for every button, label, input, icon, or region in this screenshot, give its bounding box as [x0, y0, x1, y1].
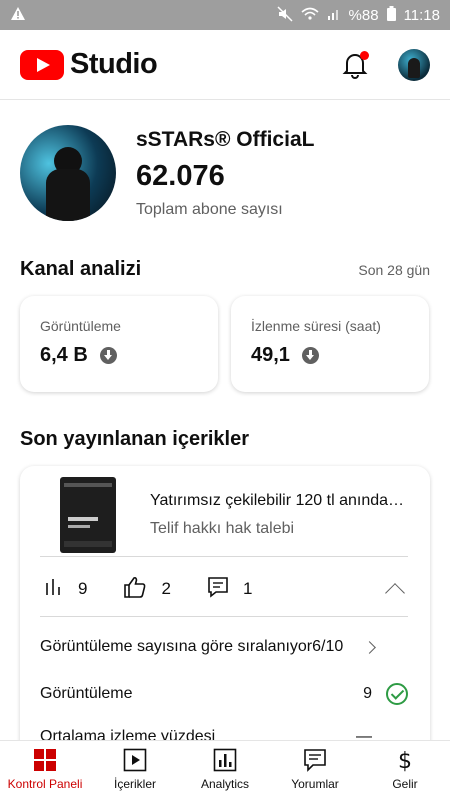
battery-icon: [386, 6, 396, 24]
channel-avatar[interactable]: [20, 125, 116, 221]
nav-label: Kontrol Paneli: [7, 777, 83, 791]
notification-dot: [360, 50, 369, 60]
recent-content-header: Son yayınlanan içerikler: [20, 428, 430, 451]
earn-icon: $: [393, 748, 417, 774]
mute-icon: [277, 5, 293, 25]
comments-stat: 1: [207, 576, 252, 603]
subscriber-label: Toplam abone sayısı: [136, 200, 283, 218]
views-row: Görüntüleme 9: [40, 683, 408, 705]
likes-count: 2: [161, 579, 171, 598]
channel-summary: sSTARs® OfficiaL 62.076 Toplam abone say…: [20, 125, 314, 221]
nav-earn[interactable]: $ Gelir: [360, 741, 450, 800]
account-avatar[interactable]: [398, 48, 430, 81]
metric-value: 6,4 B: [40, 344, 88, 366]
video-item[interactable]: Yatırımsız çekilebilir 120 tl anında öde…: [60, 474, 410, 556]
subscriber-count: 62.076: [136, 159, 225, 192]
nav-analytics[interactable]: Analytics: [180, 741, 270, 800]
channel-name: sSTARs® OfficiaL: [136, 127, 315, 151]
video-stats-row: 9 2 1: [44, 572, 410, 606]
status-bar: %88 11:18: [0, 0, 450, 30]
video-title: Yatırımsız çekilebilir 120 tl anında öde…: [150, 492, 408, 509]
app-header: Studio: [0, 30, 450, 100]
ranking-row[interactable]: Görüntüleme sayısına göre sıralanıyor 6/…: [40, 638, 408, 656]
content-icon: [123, 748, 147, 772]
comments-icon: [303, 748, 327, 772]
battery-percent: %88: [348, 6, 379, 24]
wifi-icon: [301, 7, 319, 24]
arrow-down-icon: [99, 347, 117, 364]
period-label: Son 28 gün: [358, 262, 430, 278]
youtube-play-icon: [20, 49, 64, 80]
nav-label: Yorumlar: [291, 777, 339, 791]
analytics-icon: [213, 748, 237, 772]
thumbs-up-icon: [123, 576, 147, 603]
warning-icon: [10, 6, 26, 24]
metric-label: İzlenme süresi (saat): [251, 318, 381, 334]
collapse-chevron-icon[interactable]: [385, 583, 405, 603]
metric-label: Görüntüleme: [40, 318, 121, 334]
metric-value: 49,1: [251, 344, 290, 366]
views-count: 9: [78, 579, 88, 598]
clock: 11:18: [403, 6, 440, 24]
notifications-bell-icon[interactable]: [342, 50, 369, 79]
nav-comments[interactable]: Yorumlar: [270, 741, 360, 800]
video-thumbnail: [60, 477, 116, 553]
views-label: Görüntüleme: [40, 685, 133, 702]
comment-icon: [207, 576, 229, 603]
section-title: Kanal analizi: [20, 258, 142, 280]
chevron-right-icon: [363, 640, 377, 654]
divider: [40, 616, 408, 617]
views-value: 9: [363, 685, 372, 702]
divider: [40, 556, 408, 557]
channel-analytics-header: Kanal analizi Son 28 gün: [20, 258, 430, 281]
bar-chart-icon: [44, 577, 64, 602]
svg-text:$: $: [398, 749, 412, 772]
signal-icon: [327, 7, 341, 24]
section-title: Son yayınlanan içerikler: [20, 428, 249, 450]
metric-card-watch-time[interactable]: İzlenme süresi (saat) 49,1: [231, 296, 429, 392]
nav-label: Gelir: [392, 777, 418, 791]
dashboard-icon: [33, 748, 57, 772]
bottom-nav: Kontrol Paneli İçerikler Analytics Yorum…: [0, 740, 450, 800]
arrow-down-icon: [301, 347, 319, 364]
comments-count: 1: [242, 579, 253, 598]
recent-video-card: Yatırımsız çekilebilir 120 tl anında öde…: [20, 466, 430, 766]
nav-label: İçerikler: [113, 777, 156, 791]
views-stat: 9: [44, 577, 87, 602]
ranking-value: 6/10: [312, 638, 344, 655]
likes-stat: 2: [123, 576, 171, 603]
video-status: Telif hakkı hak talebi: [150, 520, 295, 537]
nav-label: Analytics: [200, 777, 250, 791]
check-circle-icon: [386, 683, 408, 705]
ranking-label: Görüntüleme sayısına göre sıralanıyor: [40, 638, 313, 655]
logo-text: Studio: [70, 48, 158, 80]
metric-card-views[interactable]: Görüntüleme 6,4 B: [20, 296, 218, 392]
youtube-studio-logo[interactable]: Studio: [20, 48, 158, 81]
nav-dashboard[interactable]: Kontrol Paneli: [0, 741, 90, 800]
nav-content[interactable]: İçerikler: [90, 741, 180, 800]
